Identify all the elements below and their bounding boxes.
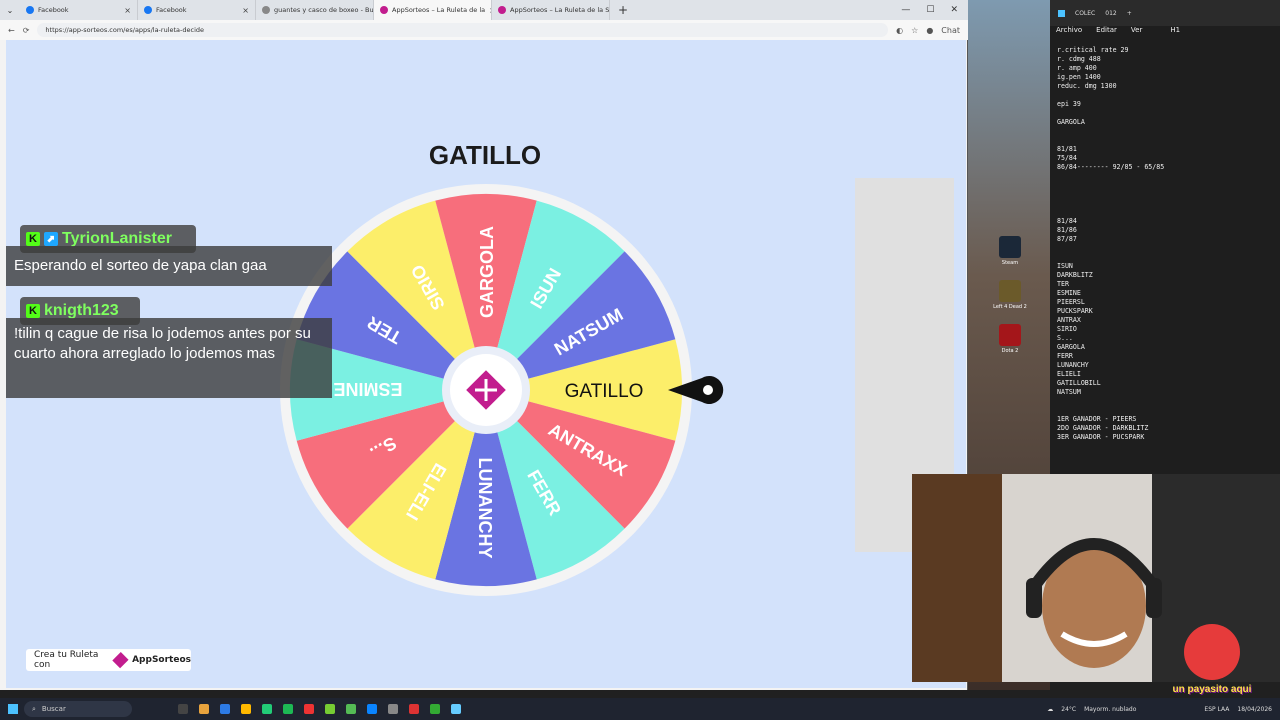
taskbar-app-icon-9[interactable] [367, 704, 377, 714]
promo-brand: AppSorteos [132, 655, 191, 665]
tab-favicon-icon [144, 6, 152, 14]
taskbar-app-icon-3[interactable] [241, 704, 251, 714]
minimize-icon[interactable]: — [901, 5, 910, 15]
webcam-caption: un payasito aqui [1172, 684, 1252, 695]
wheel-label-6: ESMINE [333, 379, 402, 399]
promo-badge[interactable]: Crea tu Ruleta con AppSorteos [26, 649, 191, 671]
webcam-feed [912, 474, 1280, 682]
taskbar-app-icon-2[interactable] [220, 704, 230, 714]
appsorteos-small-logo-icon [111, 652, 128, 668]
tab-4[interactable]: AppSorteos – La Ruleta de la Sue× [492, 0, 610, 20]
taskbar-app-icon-5[interactable] [283, 704, 293, 714]
tab-favicon-icon [262, 6, 270, 14]
chat-button[interactable]: Chat [941, 26, 960, 35]
notepad-app-icon [1058, 9, 1065, 17]
streamer-face-icon [1026, 538, 1240, 680]
kick-badge-icon: K [26, 304, 40, 318]
wheel-label-0: GATILLO [565, 381, 644, 402]
taskbar-search[interactable]: ⌕ Buscar [24, 701, 132, 717]
profile-icon[interactable]: ● [926, 26, 933, 35]
taskbar-app-icon-10[interactable] [388, 704, 398, 714]
close-window-icon[interactable]: ✕ [950, 5, 958, 15]
tab-close-icon[interactable]: × [124, 6, 131, 15]
weather-icon: ☁ [1047, 705, 1054, 713]
winner-title: GATILLO [428, 140, 542, 170]
tabs: Facebook × Facebook × guantes y casco de box… [20, 0, 610, 20]
tab-favicon-icon [26, 6, 34, 14]
start-icon[interactable] [8, 704, 18, 714]
search-placeholder: Buscar [41, 705, 66, 713]
menu-editar[interactable]: Editar [1096, 26, 1117, 38]
heading-dropdown[interactable]: H1 [1170, 26, 1180, 38]
tab-label: AppSorteos – La Ruleta de la [392, 6, 486, 14]
notepad-tab-2[interactable]: 012 [1105, 10, 1116, 17]
taskbar-app-icon-1[interactable] [199, 704, 209, 714]
wheel-label-9: GARGOLA [477, 226, 497, 318]
app-icon [999, 324, 1021, 346]
notepad-tab[interactable]: COLEC [1075, 10, 1095, 17]
taskbar: ⌕ Buscar ☁ 24°C Mayorm. nublado ESP LAA … [0, 698, 1280, 720]
tab-label: Facebook [38, 6, 69, 14]
desktop-icon-label: Steam [1001, 260, 1019, 266]
address-bar: ← ⟳ https://app-sorteos.com/es/apps/la-r… [0, 20, 968, 40]
taskbar-app-icon-13[interactable] [451, 704, 461, 714]
chat-message-text: Esperando el sorteo de yapa clan gaa [14, 257, 267, 274]
sub-badge-icon: ⬈ [44, 232, 58, 246]
new-tab-icon[interactable]: + [610, 3, 628, 17]
taskbar-app-icon-8[interactable] [346, 704, 356, 714]
tab-1[interactable]: Facebook × [138, 0, 256, 20]
tab-menu-icon[interactable]: ⌄ [0, 6, 20, 15]
tab-close-icon[interactable]: × [242, 6, 249, 15]
tab-2[interactable]: guantes y casco de boxeo - Busca× [256, 0, 374, 20]
wheel-label-3: LUNANCHY [475, 458, 495, 559]
desktop-icon-label: Dota 2 [1001, 348, 1019, 354]
kick-badge-icon: K [26, 232, 40, 246]
clock-date[interactable]: 18/04/2026 [1237, 706, 1272, 713]
roulette-wheel[interactable]: GATILLOANTRAXXFERRLUNANCHYELI-ELIS...ESM… [276, 180, 736, 600]
tab-label: Facebook [156, 6, 187, 14]
new-note-tab-icon[interactable]: + [1127, 10, 1132, 17]
notepad-menu: Archivo Editar Ver H1 [1050, 26, 1280, 38]
taskbar-app-icon-4[interactable] [262, 704, 272, 714]
tab-favicon-icon [380, 6, 388, 14]
tab-label: AppSorteos – La Ruleta de la Sue [510, 6, 610, 14]
refresh-icon[interactable]: ⟳ [23, 26, 30, 35]
notepad-text[interactable]: r.critical rate 29 r. cdmg 488 r. amp 40… [1057, 46, 1277, 442]
menu-ver[interactable]: Ver [1131, 26, 1142, 38]
notepad-titlebar: COLEC 012 + [1050, 0, 1280, 26]
taskbar-app-icon-0[interactable] [178, 704, 188, 714]
url-field[interactable]: https://app-sorteos.com/es/apps/la-rulet… [37, 23, 889, 37]
extensions-icon[interactable]: ◐ [896, 26, 903, 35]
notepad-window: COLEC 012 + Archivo Editar Ver H1 r.crit… [1050, 0, 1280, 474]
tab-0[interactable]: Facebook × [20, 0, 138, 20]
tab-3[interactable]: AppSorteos – La Ruleta de la× [374, 0, 492, 20]
desktop-icon-label: Left 4 Dead 2 [993, 304, 1027, 310]
system-tray: ☁ 24°C Mayorm. nublado ESP LAA 18/04/202… [1047, 706, 1280, 713]
tab-favicon-icon [498, 6, 506, 14]
promo-text: Crea tu Ruleta con [34, 650, 99, 670]
desktop-icon-1[interactable]: Left 4 Dead 2 [990, 280, 1030, 310]
taskbar-app-icon-6[interactable] [304, 704, 314, 714]
weather-temp: 24°C [1061, 705, 1077, 713]
app-icon [999, 280, 1021, 302]
desktop-icon-0[interactable]: Steam [990, 236, 1030, 266]
favorites-icon[interactable]: ☆ [911, 26, 918, 35]
back-icon[interactable]: ← [8, 26, 15, 35]
tab-label: guantes y casco de boxeo - Busca [274, 6, 374, 14]
language-indicator[interactable]: ESP LAA [1204, 706, 1229, 713]
tab-bar: ⌄ Facebook × Facebook × guantes y casco de b… [0, 0, 968, 20]
taskbar-app-icon-11[interactable] [409, 704, 419, 714]
taskbar-app-icon-12[interactable] [430, 704, 440, 714]
search-icon: ⌕ [32, 704, 36, 713]
chat-message-2: !tilin q cague de risa lo jodemos antes … [6, 318, 332, 398]
menu-archivo[interactable]: Archivo [1056, 26, 1082, 38]
app-icon [999, 236, 1021, 258]
chat-message-text: !tilin q cague de risa lo jodemos antes … [14, 325, 311, 362]
desktop-icon-2[interactable]: Dota 2 [990, 324, 1030, 354]
weather-desc: Mayorm. nublado [1084, 705, 1137, 713]
maximize-icon[interactable]: ☐ [926, 5, 934, 15]
chat-message-1: Esperando el sorteo de yapa clan gaa [6, 246, 332, 286]
taskbar-app-icon-7[interactable] [325, 704, 335, 714]
